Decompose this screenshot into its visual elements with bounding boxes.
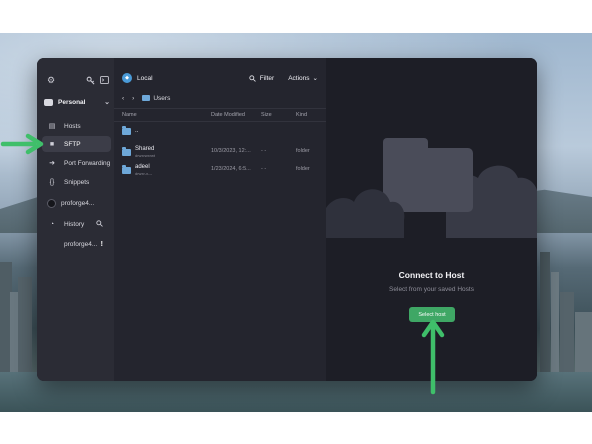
clock-icon: ◔ [49,220,55,228]
hosts-icon: ▤ [48,123,56,130]
column-header-kind[interactable]: Kind [296,112,307,118]
file-permissions: drwxrwxrwt [135,153,155,158]
key-icon[interactable] [84,74,96,86]
breadcrumb: ‹ › Users [122,92,170,104]
file-modified: 1/23/2024, 6:5... [211,166,251,172]
search-icon [249,74,256,82]
sidebar-item-hosts[interactable]: ▤ Hosts [42,118,111,134]
location-label[interactable]: Local [137,75,153,82]
connect-title: Connect to Host [398,270,465,280]
sidebar-item-label: Hosts [64,122,81,130]
filter-button[interactable]: Filter [249,75,274,82]
arrow-right-icon: ➜ [49,160,55,167]
terminal-icon[interactable] [98,74,110,86]
column-header-date-modified[interactable]: Date Modified [211,112,245,118]
file-size: - - [261,148,267,154]
connect-subtitle: Select from your saved Hosts [389,286,474,293]
sidebar-item-label: SFTP [64,140,81,148]
file-modified: 10/3/2023, 12:... [211,148,251,154]
column-header-name[interactable]: Name [122,112,137,118]
sidebar-item-snippets[interactable]: {} Snippets [42,174,111,190]
search-icon[interactable] [96,219,103,229]
sidebar-item-label: History [64,220,85,228]
file-pane-header: ◆ Local Filter Actions ⌄ [122,71,318,85]
vault-selector[interactable]: Personal ⌄ [44,95,110,109]
file-kind: folder [296,166,310,172]
file-name: adeel [135,164,150,170]
sidebar-item-port-forwarding[interactable]: ➜ Port Forwarding [42,155,111,171]
filter-label: Filter [259,74,275,82]
table-row[interactable]: .. [114,126,326,142]
file-table-header: Name Date Modified Size Kind [114,108,326,122]
vault-icon [44,98,53,106]
table-row[interactable]: Shared drwxrwxrwt 10/3/2023, 12:... - - … [114,144,326,160]
history-item-label: proforge4... [64,240,98,248]
file-permissions: drwxr-x--- [135,171,153,176]
file-name: Shared [135,146,155,152]
vault-name: Personal [58,98,86,106]
sidebar-item-recent-host[interactable]: proforge4... [42,195,111,211]
file-size: - - [261,166,267,172]
sidebar-item-label: Snippets [64,178,90,186]
actions-label: Actions [288,74,310,82]
folder-icon [122,164,131,174]
app-window: ⚙ Personal ⌄ ▤ Hosts ■ SFTP ➜ Port Forwa… [37,58,537,381]
breadcrumb-item[interactable]: Users [142,95,170,102]
sidebar-toolbar: ⚙ [37,74,114,88]
sidebar-item-label: proforge4... [61,199,95,207]
sidebar: ⚙ Personal ⌄ ▤ Hosts ■ SFTP ➜ Port Forwa… [37,58,114,381]
warning-icon: ! [100,240,103,248]
folder-icon [122,146,131,156]
braces-icon: {} [49,178,55,186]
host-dot-icon [47,198,56,208]
file-kind: folder [296,148,310,154]
clouds-folder-illustration [326,138,537,238]
history-item[interactable]: proforge4... ! [42,236,111,252]
sidebar-item-sftp[interactable]: ■ SFTP [42,136,111,152]
sidebar-item-history[interactable]: ◔ History [42,216,111,232]
sidebar-item-label: Port Forwarding [64,159,111,167]
settings-gear-icon[interactable]: ⚙ [45,74,57,86]
chevron-down-icon: ⌄ [104,99,110,106]
local-machine-icon: ◆ [122,73,132,83]
forward-arrow-icon[interactable]: › [132,95,134,102]
back-arrow-icon[interactable]: ‹ [122,95,124,102]
folder-icon: ■ [49,140,55,148]
table-row[interactable]: adeel drwxr-x--- 1/23/2024, 6:5... - - f… [114,162,326,178]
column-header-size[interactable]: Size [261,112,272,118]
folder-icon [142,94,151,101]
folder-icon [122,126,131,135]
sftp-file-pane: ◆ Local Filter Actions ⌄ ‹ › Users Name … [114,58,326,381]
annotation-arrow-up-icon [421,319,445,395]
annotation-arrow-right-icon [0,133,44,155]
chevron-down-icon: ⌄ [312,75,318,82]
actions-menu-button[interactable]: Actions ⌄ [288,74,318,83]
file-name: .. [135,128,139,134]
